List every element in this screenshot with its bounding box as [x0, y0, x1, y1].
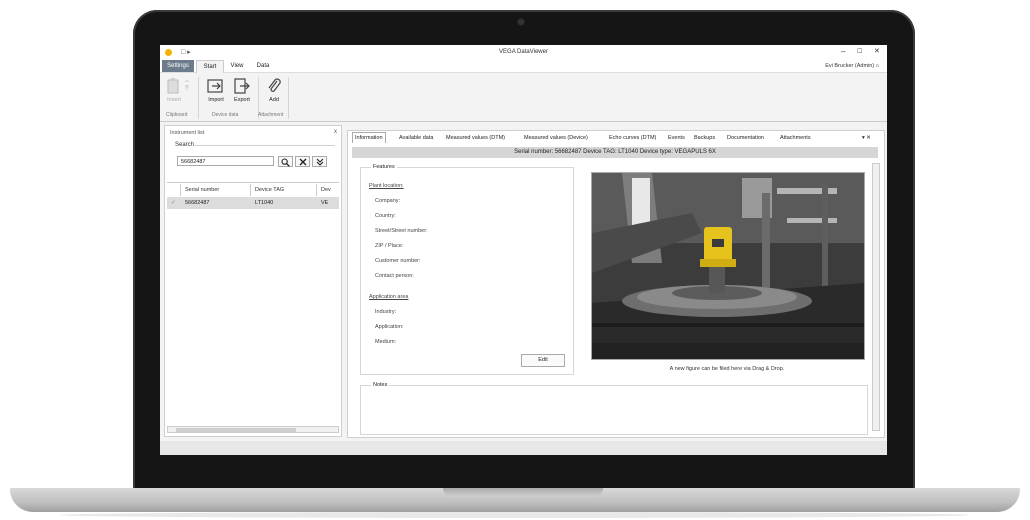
- zip-label: ZIP / Place:: [375, 243, 404, 249]
- table-row[interactable]: ✓ 56682487 LT1040 VE: [167, 197, 339, 209]
- tab-events[interactable]: Events: [668, 133, 685, 143]
- group-clipboard: Clipboard: [166, 112, 188, 118]
- tab-settings[interactable]: Settings: [162, 60, 194, 72]
- cut-copy-icons: ✂ ⎘: [184, 79, 190, 91]
- plant-location-heading: Plant location:: [369, 183, 404, 189]
- tab-information[interactable]: Information: [352, 132, 386, 143]
- window-title: VEGA DataViewer: [499, 49, 548, 55]
- industrial-radar-sensor-photo: [592, 173, 864, 359]
- laptop-notch: [443, 488, 603, 497]
- status-bar: [160, 441, 887, 455]
- company-label: Company:: [375, 198, 401, 204]
- instrument-table: Serial number Device TAG Dev ✓ 56682487 …: [167, 182, 339, 423]
- features-title: Features: [371, 164, 397, 170]
- table-header-check: [167, 184, 181, 196]
- expand-search-button[interactable]: [312, 156, 327, 167]
- group-device-data: Device data: [212, 112, 239, 118]
- ribbon-separator: [288, 77, 289, 119]
- features-group: Features Plant location: Company: Countr…: [360, 164, 574, 375]
- details-tabs: Information Available data Measured valu…: [348, 131, 884, 143]
- device-info-bar: Serial number: 56682487 Device TAG: LT10…: [352, 147, 878, 158]
- industry-label: Industry:: [375, 309, 397, 315]
- tab-start[interactable]: Start: [196, 60, 224, 73]
- tab-view[interactable]: View: [226, 60, 248, 72]
- notes-title: Notes: [371, 382, 390, 388]
- app-window: □ ▸ VEGA DataViewer – ☐ ✕ Settings Start…: [160, 45, 887, 455]
- close-button[interactable]: ✕: [874, 47, 880, 55]
- customer-number-label: Customer number:: [375, 258, 421, 264]
- ribbon-tabs: Settings Start View Data Evi Brucker (Ad…: [160, 60, 887, 73]
- clipboard-icon: [167, 78, 179, 94]
- tab-measured-values-dtm[interactable]: Measured values (DTM): [446, 133, 505, 143]
- user-name: Evi Brucker (Admin) ⌂: [825, 63, 879, 69]
- clear-search-button[interactable]: [295, 156, 310, 167]
- street-label: Street/Street number:: [375, 228, 428, 234]
- notes-group[interactable]: Notes: [360, 382, 868, 435]
- contact-person-label: Contact person:: [375, 273, 414, 279]
- search-icon: [281, 158, 290, 167]
- minimize-button[interactable]: –: [841, 47, 845, 56]
- application-area-heading: Application area: [369, 294, 409, 300]
- vertical-scrollbar[interactable]: [872, 163, 880, 431]
- tab-data[interactable]: Data: [252, 60, 274, 72]
- laptop-shadow: [60, 512, 970, 518]
- add-label: Add: [269, 97, 279, 103]
- edit-button[interactable]: Edit: [521, 354, 565, 367]
- search-input[interactable]: 56682487: [177, 156, 274, 166]
- import-button[interactable]: Import: [204, 77, 228, 103]
- table-header-device[interactable]: Dev: [317, 184, 339, 196]
- tab-documentation[interactable]: Documentation: [727, 133, 764, 143]
- insert-label: Insert: [167, 97, 181, 103]
- tab-measured-values-device[interactable]: Measured values (Device): [524, 133, 588, 143]
- clear-icon: [299, 158, 306, 166]
- maximize-button[interactable]: ☐: [857, 48, 862, 55]
- import-label: Import: [208, 97, 224, 103]
- tab-backups[interactable]: Backups: [694, 133, 715, 143]
- double-chevron-down-icon: [316, 158, 323, 166]
- horizontal-scrollbar[interactable]: [167, 426, 339, 433]
- row-check-icon[interactable]: ✓: [167, 197, 181, 209]
- table-header-serial[interactable]: Serial number: [181, 184, 251, 196]
- add-attachment-button[interactable]: Add: [262, 77, 286, 103]
- cell-serial: 56682487: [185, 200, 210, 206]
- paperclip-icon: [268, 78, 281, 92]
- tab-attachments[interactable]: Attachments: [780, 133, 811, 143]
- tab-controls[interactable]: ▾ ✕: [862, 133, 871, 143]
- webcam: [518, 19, 524, 25]
- group-attachment: Attachment: [258, 112, 284, 118]
- medium-label: Medium:: [375, 339, 397, 345]
- country-label: Country:: [375, 213, 396, 219]
- export-icon: [234, 78, 250, 94]
- search-label: Search: [175, 142, 195, 148]
- cell-device: VE: [321, 200, 329, 206]
- search-button[interactable]: [278, 156, 293, 167]
- scrollbar-thumb[interactable]: [176, 428, 296, 432]
- export-button[interactable]: Export: [230, 77, 254, 103]
- search-divider: [195, 145, 335, 146]
- photo-caption: A new figure can be filed here via Drag …: [669, 366, 785, 372]
- instrument-list-title: Instrument list: [170, 130, 205, 136]
- device-photo[interactable]: [591, 172, 865, 360]
- panel-close-icon[interactable]: x: [334, 129, 337, 135]
- title-bar: □ ▸ VEGA DataViewer – ☐ ✕: [160, 45, 887, 60]
- instrument-list-panel: Instrument list x Search 56682487 Serial…: [164, 125, 342, 437]
- details-panel: Information Available data Measured valu…: [347, 130, 885, 438]
- export-label: Export: [234, 97, 250, 103]
- ribbon-separator: [198, 77, 199, 119]
- ribbon: Insert ✂ ⎘ Import Export Add Clipboard D…: [160, 73, 887, 122]
- cell-tag: LT1040: [255, 200, 274, 206]
- import-icon: [207, 79, 223, 93]
- tab-available-data[interactable]: Available data: [399, 133, 433, 143]
- tab-echo-curves-dtm[interactable]: Echo curves (DTM): [609, 133, 656, 143]
- table-header-tag[interactable]: Device TAG: [251, 184, 317, 196]
- application-label: Application:: [375, 324, 404, 330]
